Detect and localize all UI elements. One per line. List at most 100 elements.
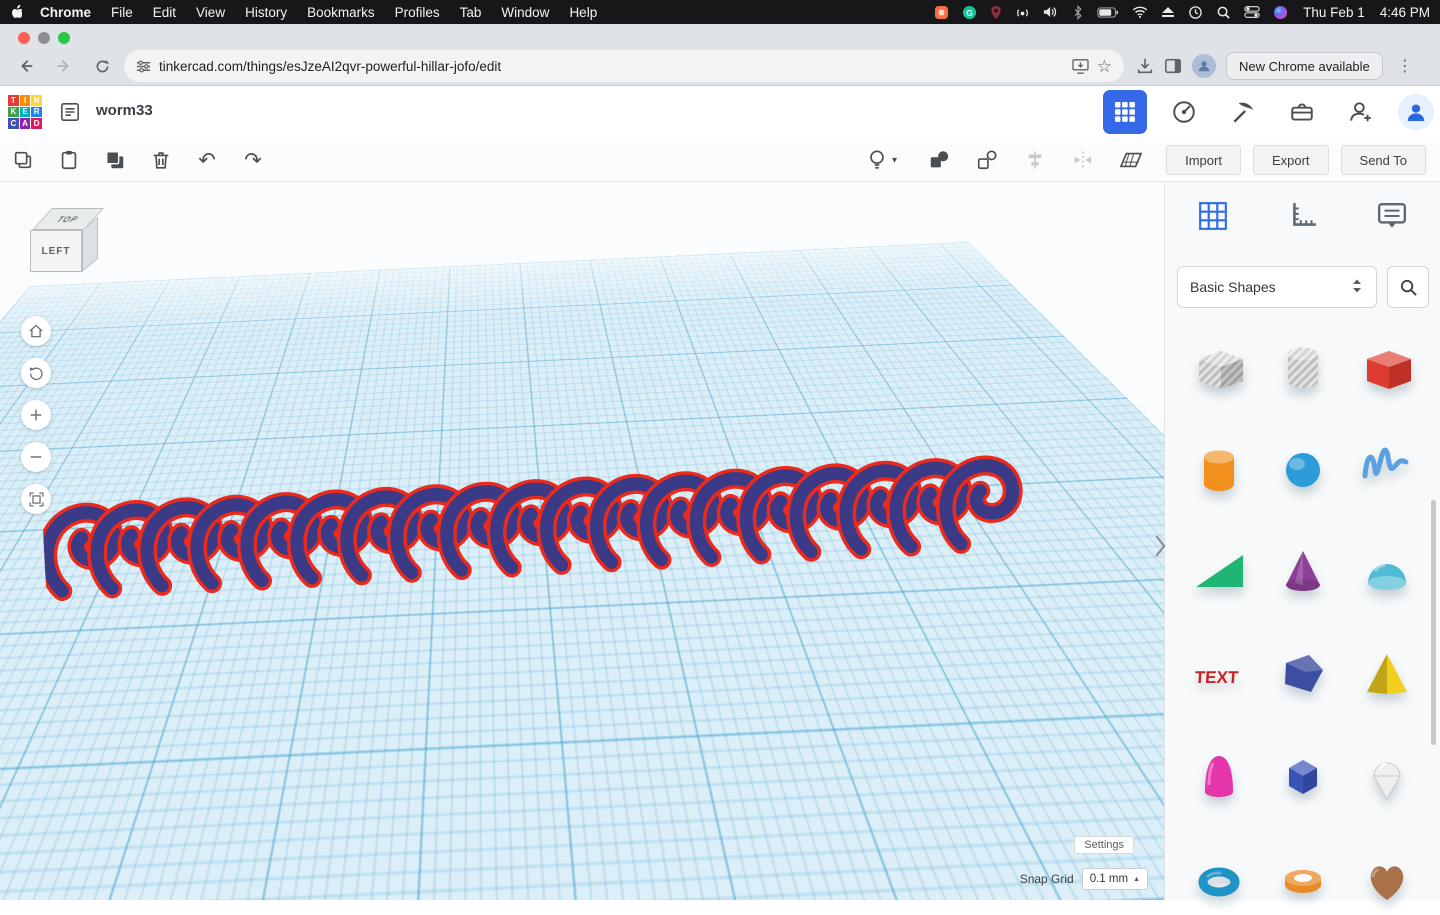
search-shapes-button[interactable] (1387, 266, 1429, 308)
volume-icon[interactable] (1043, 5, 1059, 19)
shape-ice-cream[interactable] (1347, 742, 1427, 812)
location-icon[interactable] (990, 5, 1002, 20)
shape-hexagonal-prism[interactable] (1263, 742, 1343, 812)
browser-profile-avatar[interactable] (1192, 54, 1216, 78)
bookmark-star-icon[interactable]: ☆ (1097, 58, 1112, 75)
shape-half-sphere[interactable] (1347, 536, 1427, 606)
design-properties-icon[interactable] (60, 102, 80, 127)
shape-pyramid[interactable] (1347, 639, 1427, 709)
chrome-update-button[interactable]: New Chrome available (1226, 52, 1383, 80)
mirror-icon[interactable] (1070, 147, 1096, 173)
send-to-button[interactable]: Send To (1341, 145, 1426, 175)
show-all-bulb-icon[interactable]: ▾ (860, 147, 904, 173)
shape-sphere[interactable] (1263, 433, 1343, 503)
side-panel-icon[interactable] (1164, 57, 1182, 75)
view-cube-front-face[interactable]: LEFT (30, 230, 82, 272)
dashboard-grid-button[interactable] (1103, 90, 1147, 134)
shape-scribble[interactable] (1347, 433, 1427, 503)
workplane-icon[interactable] (1118, 147, 1144, 173)
install-app-icon[interactable] (1072, 59, 1089, 74)
downloads-icon[interactable] (1136, 57, 1154, 75)
siri-icon[interactable] (1273, 5, 1288, 20)
bluetooth-off-icon[interactable] (1072, 5, 1084, 20)
time-machine-icon[interactable] (1188, 5, 1203, 20)
menu-tab[interactable]: Tab (450, 5, 492, 20)
undo-icon[interactable]: ↶ (194, 147, 220, 173)
panel-scrollbar[interactable] (1431, 500, 1436, 745)
menu-app-name[interactable]: Chrome (30, 5, 101, 20)
shape-wedge[interactable] (1179, 536, 1259, 606)
snap-grid-dropdown[interactable]: 0.1 mm▲ (1082, 868, 1148, 890)
shape-category-dropdown[interactable]: Basic Shapes (1177, 266, 1377, 308)
viewport-3d[interactable]: TOP LEFT Settings Snap Grid 0.1 mm▲ (0, 182, 1164, 900)
shape-cone[interactable] (1263, 536, 1343, 606)
shape-box-hole[interactable] (1179, 330, 1259, 400)
redo-icon[interactable]: ↷ (240, 147, 266, 173)
tab-ruler[interactable] (1281, 194, 1325, 238)
site-settings-icon[interactable] (136, 59, 151, 74)
home-view-button[interactable] (21, 316, 51, 346)
shape-cylinder[interactable] (1179, 433, 1259, 503)
shape-paraboloid[interactable] (1179, 742, 1259, 812)
grammarly-icon[interactable]: G (962, 5, 977, 20)
shape-polygon[interactable] (1263, 639, 1343, 709)
shape-tube[interactable] (1263, 845, 1343, 915)
reload-button[interactable] (86, 50, 118, 82)
shape-cylinder-hole[interactable] (1263, 330, 1343, 400)
lunchbox-button[interactable] (1280, 90, 1324, 134)
group-icon[interactable] (926, 147, 952, 173)
zoom-in-button[interactable] (21, 400, 51, 430)
fit-view-button[interactable] (21, 484, 51, 514)
design-title[interactable]: worm33 (96, 102, 153, 119)
copy-icon[interactable] (10, 147, 36, 173)
import-button[interactable]: Import (1166, 145, 1241, 175)
menu-clock[interactable]: 4:46 PM (1380, 5, 1430, 20)
forward-button[interactable] (48, 50, 80, 82)
menu-profiles[interactable]: Profiles (385, 5, 450, 20)
panel-collapse-handle[interactable] (1150, 528, 1170, 564)
browser-menu-icon[interactable]: ⋮ (1393, 56, 1417, 76)
shape-box[interactable] (1347, 330, 1427, 400)
url-text[interactable]: tinkercad.com/things/esJzeAI2qvr-powerfu… (159, 59, 1064, 74)
menu-edit[interactable]: Edit (143, 5, 186, 20)
menu-bookmarks[interactable]: Bookmarks (297, 5, 385, 20)
add-person-button[interactable] (1339, 90, 1383, 134)
menu-date[interactable]: Thu Feb 1 (1303, 5, 1365, 20)
grid-settings-button[interactable]: Settings (1074, 836, 1134, 854)
menu-window[interactable]: Window (491, 5, 559, 20)
wifi-icon[interactable] (1132, 6, 1148, 18)
align-icon[interactable] (1022, 147, 1048, 173)
radio-icon[interactable] (1015, 5, 1030, 20)
close-window-button[interactable] (18, 32, 30, 44)
delete-icon[interactable] (148, 147, 174, 173)
spotlight-icon[interactable] (1216, 5, 1231, 20)
shape-heart[interactable] (1347, 845, 1427, 915)
export-button[interactable]: Export (1253, 145, 1329, 175)
paste-icon[interactable] (56, 147, 82, 173)
battery-icon[interactable] (1097, 7, 1119, 18)
tab-workplane-grid[interactable] (1191, 194, 1235, 238)
back-button[interactable] (10, 50, 42, 82)
minecraft-pickaxe-button[interactable] (1221, 90, 1265, 134)
zoom-window-button[interactable] (58, 32, 70, 44)
tinkercad-logo[interactable]: TINKERCAD (8, 95, 42, 129)
menu-history[interactable]: History (235, 5, 297, 20)
control-center-icon[interactable] (1244, 5, 1260, 19)
eject-icon[interactable] (1161, 6, 1175, 18)
menu-help[interactable]: Help (559, 5, 607, 20)
menu-file[interactable]: File (101, 5, 143, 20)
tab-notes[interactable] (1370, 194, 1414, 238)
minimize-window-button[interactable] (38, 32, 50, 44)
app-status-icon[interactable] (934, 5, 949, 20)
address-bar[interactable]: tinkercad.com/things/esJzeAI2qvr-powerfu… (124, 50, 1124, 82)
zoom-out-button[interactable] (21, 442, 51, 472)
apple-menu-icon[interactable] (0, 4, 30, 20)
circuits-button[interactable] (1162, 90, 1206, 134)
ungroup-icon[interactable] (974, 147, 1000, 173)
view-cube[interactable]: TOP LEFT (28, 204, 108, 278)
shape-text[interactable]: TEXT (1179, 639, 1259, 709)
orbit-view-button[interactable] (21, 358, 51, 388)
duplicate-icon[interactable] (102, 147, 128, 173)
user-avatar[interactable] (1398, 94, 1434, 130)
shape-torus[interactable] (1179, 845, 1259, 915)
